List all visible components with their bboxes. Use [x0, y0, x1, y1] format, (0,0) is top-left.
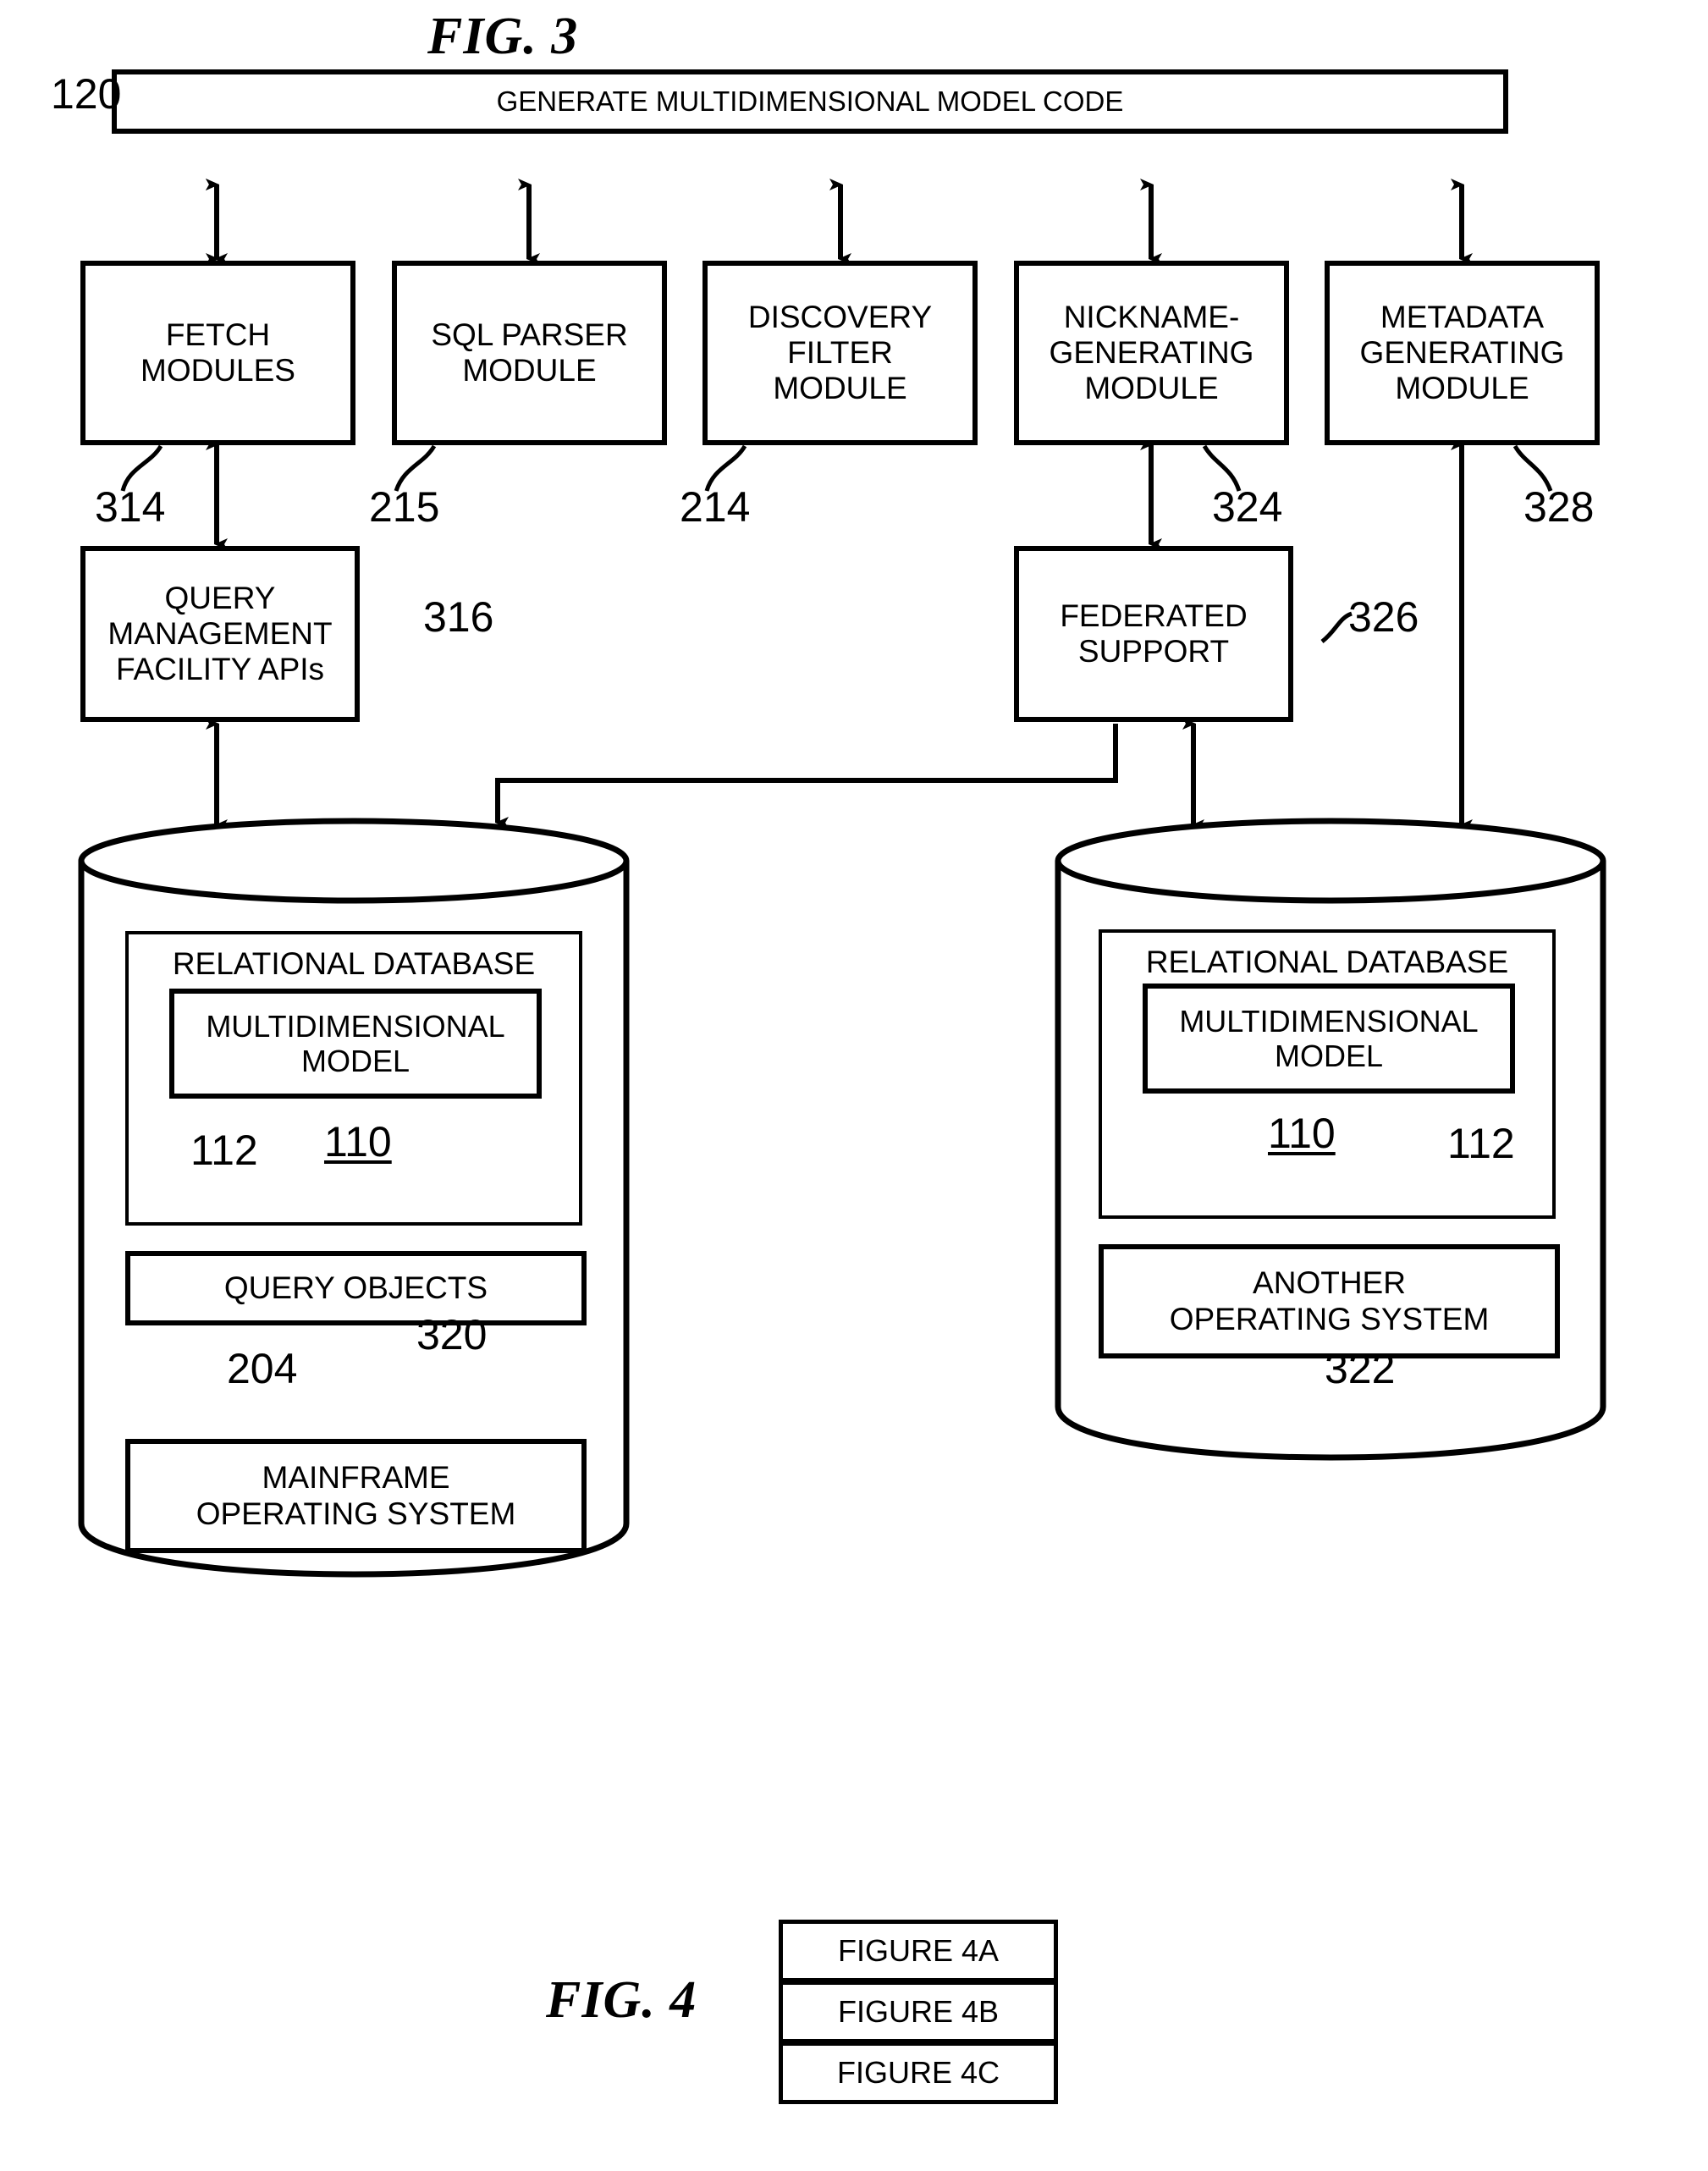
figure-4c-label: FIGURE 4C [836, 2055, 1000, 2090]
figure-4b-row[interactable]: FIGURE 4B [779, 1981, 1058, 2043]
fetch-modules-box[interactable]: FETCH MODULES [80, 261, 355, 445]
left-query-objects-box[interactable]: QUERY OBJECTS [125, 1251, 587, 1325]
ref-328: 328 [1523, 483, 1595, 531]
left-mainframe-operating-system-box[interactable]: MAINFRAME OPERATING SYSTEM [125, 1439, 587, 1553]
right-another-operating-system-label: ANOTHER OPERATING SYSTEM [1169, 1265, 1490, 1336]
ref-324: 324 [1212, 483, 1283, 531]
fetch-modules-label: FETCH MODULES [140, 317, 295, 388]
right-multidimensional-model-label: MULTIDIMENSIONAL MODEL [1179, 1003, 1479, 1073]
federated-support-label: FEDERATED SUPPORT [1060, 598, 1248, 669]
right-multidimensional-model-box[interactable]: MULTIDIMENSIONAL MODEL [1143, 984, 1515, 1094]
left-query-objects-label: QUERY OBJECTS [223, 1270, 488, 1305]
metadata-generating-module-box[interactable]: METADATA GENERATING MODULE [1325, 261, 1600, 445]
right-relational-database-label: RELATIONAL DATABASE [1145, 945, 1509, 979]
fig4-title: FIG. 4 [546, 1971, 697, 2029]
nickname-generating-module-box[interactable]: NICKNAME- GENERATING MODULE [1014, 261, 1289, 445]
ref-204: 204 [227, 1345, 298, 1392]
sql-parser-module-box[interactable]: SQL PARSER MODULE [392, 261, 667, 445]
ref-326: 326 [1348, 593, 1419, 641]
ref-110-right: 110 [1268, 1110, 1336, 1157]
ref-112-left: 112 [190, 1127, 258, 1174]
generate-multidimensional-model-code-label: GENERATE MULTIDIMENSIONAL MODEL CODE [496, 85, 1124, 118]
ref-316: 316 [423, 593, 494, 641]
ref-320: 320 [416, 1311, 488, 1358]
patent-figure-sheet: FIG. 3 GENERATE MULTIDIMENSIONAL MODEL C… [0, 0, 1708, 2171]
left-multidimensional-model-box[interactable]: MULTIDIMENSIONAL MODEL [169, 989, 542, 1099]
figure-4a-row[interactable]: FIGURE 4A [779, 1920, 1058, 1982]
metadata-generating-module-label: METADATA GENERATING MODULE [1359, 299, 1565, 406]
ref-322: 322 [1325, 1345, 1396, 1392]
federated-support-box[interactable]: FEDERATED SUPPORT [1014, 546, 1293, 722]
ref-214: 214 [680, 483, 751, 531]
query-management-facility-apis-label: QUERY MANAGEMENT FACILITY APIs [107, 580, 333, 687]
ref-314: 314 [95, 483, 166, 531]
nickname-generating-module-label: NICKNAME- GENERATING MODULE [1049, 299, 1254, 406]
left-relational-database-label: RELATIONAL DATABASE [172, 946, 536, 981]
ref-112-right: 112 [1447, 1120, 1515, 1167]
figure-4b-label: FIGURE 4B [837, 1994, 1000, 2029]
fig3-title: FIG. 3 [427, 8, 579, 65]
left-mainframe-operating-system-label: MAINFRAME OPERATING SYSTEM [196, 1460, 516, 1531]
left-multidimensional-model-label: MULTIDIMENSIONAL MODEL [206, 1008, 505, 1078]
ref-110-left: 110 [324, 1118, 392, 1165]
sql-parser-module-label: SQL PARSER MODULE [431, 317, 628, 388]
discovery-filter-module-label: DISCOVERY FILTER MODULE [747, 299, 933, 406]
ref-120: 120 [51, 70, 122, 118]
figure-4a-label: FIGURE 4A [837, 1933, 1000, 1968]
figure-4c-row[interactable]: FIGURE 4C [779, 2042, 1058, 2104]
right-another-operating-system-box[interactable]: ANOTHER OPERATING SYSTEM [1099, 1244, 1560, 1358]
query-management-facility-apis-box[interactable]: QUERY MANAGEMENT FACILITY APIs [80, 546, 360, 722]
discovery-filter-module-box[interactable]: DISCOVERY FILTER MODULE [702, 261, 978, 445]
ref-215: 215 [369, 483, 440, 531]
generate-multidimensional-model-code-box[interactable]: GENERATE MULTIDIMENSIONAL MODEL CODE [112, 69, 1508, 134]
